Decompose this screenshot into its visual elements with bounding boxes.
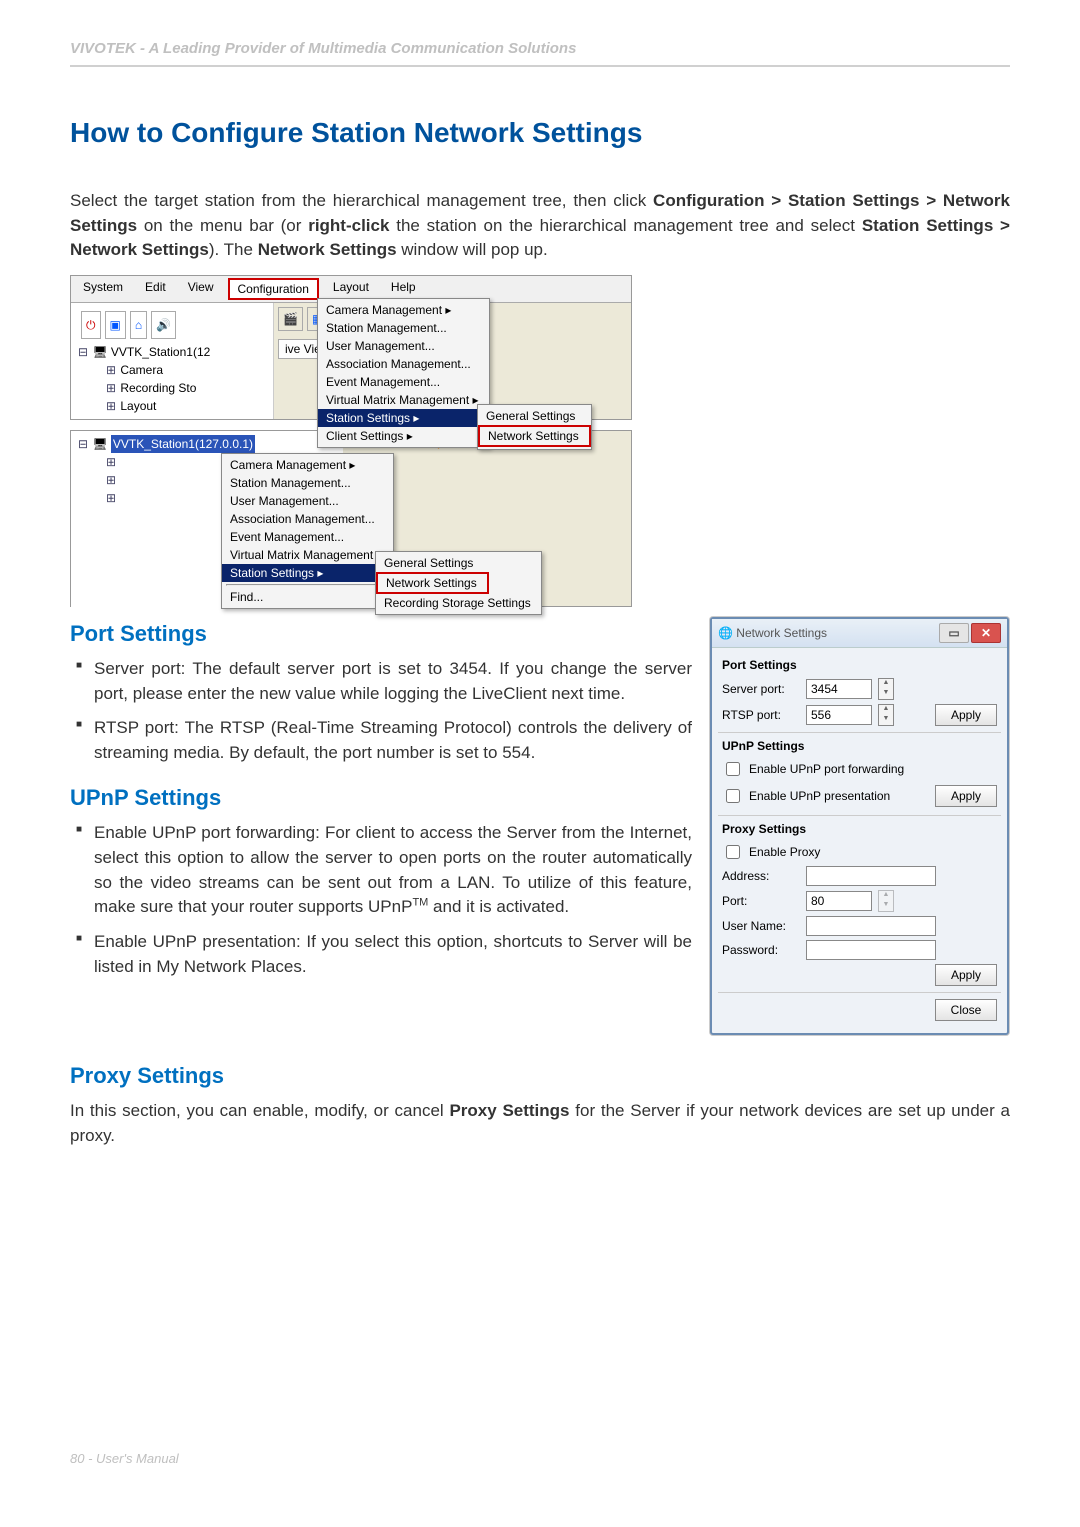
contextmenu-screenshot: ⊟ 🖥 VVTK_Station1(127.0.0.1) ⊞ ⊞ ⊞ 🔶 Liv… [70, 430, 632, 607]
server-port-spinner[interactable]: ▲▼ [878, 678, 894, 700]
intro-window-name: Network Settings [258, 240, 397, 259]
ctx-find[interactable]: Find... [222, 588, 393, 606]
upnp-forwarding-label: Enable UPnP port forwarding [749, 762, 904, 776]
address-label: Address: [722, 869, 800, 883]
address-input[interactable] [806, 866, 936, 886]
ctx-network-settings[interactable]: Network Settings [376, 572, 489, 594]
close-dialog-button[interactable]: Close [935, 999, 997, 1021]
upnp-forwarding-checkbox[interactable] [726, 762, 740, 776]
apply-port-button[interactable]: Apply [935, 704, 997, 726]
menu-user-mgmt[interactable]: User Management... [318, 337, 489, 355]
menu-edit[interactable]: Edit [137, 278, 174, 300]
apply-proxy-button[interactable]: Apply [935, 964, 997, 986]
ctx-event-mgmt[interactable]: Event Management... [222, 528, 393, 546]
intro-text: window will pop up. [397, 240, 548, 259]
upnp-presentation-label: Enable UPnP presentation [749, 789, 890, 803]
upnp-bullet-presentation: Enable UPnP presentation: If you select … [70, 930, 692, 979]
menu-virtual-matrix[interactable]: Virtual Matrix Management ▸ [318, 391, 489, 409]
password-label: Password: [722, 943, 800, 957]
tree-station[interactable]: VVTK_Station1(12 [111, 345, 210, 359]
home-icon[interactable]: ⌂ [130, 311, 147, 339]
server-port-label: Server port: [722, 682, 800, 696]
menu-station-mgmt[interactable]: Station Management... [318, 319, 489, 337]
minimize-button[interactable]: ▭ [939, 623, 969, 643]
header-subtitle: VIVOTEK - A Leading Provider of Multimed… [70, 40, 1010, 67]
management-tree[interactable]: ⏻ ▣ ⌂ 🔊 ⊟ 🖥 VVTK_Station1(12 ⊞ Camera ⊞ … [71, 303, 274, 419]
upnp-text-tail: and it is activated. [428, 897, 569, 916]
submenu-network-settings[interactable]: Network Settings [478, 425, 591, 447]
upnp-settings-heading: UPnP Settings [70, 785, 692, 811]
ctx-station-mgmt[interactable]: Station Management... [222, 474, 393, 492]
ctx-virtual-matrix[interactable]: Virtual Matrix Management ▸ [222, 546, 393, 564]
screen-icon[interactable]: ▣ [105, 311, 126, 339]
proxy-paragraph: In this section, you can enable, modify,… [70, 1099, 1010, 1148]
ctx-assoc-mgmt[interactable]: Association Management... [222, 510, 393, 528]
ctx-recording-storage[interactable]: Recording Storage Settings [376, 594, 541, 612]
tree-layout[interactable]: Layout [120, 399, 156, 413]
server-port-input[interactable] [806, 679, 872, 699]
upnp-presentation-checkbox[interactable] [726, 789, 740, 803]
rtsp-port-spinner[interactable]: ▲▼ [878, 704, 894, 726]
proxy-settings-heading: Proxy Settings [70, 1063, 1010, 1089]
port-bullet-rtsp: RTSP port: The RTSP (Real-Time Streaming… [70, 716, 692, 765]
upnp-bullet-forwarding: Enable UPnP port forwarding: For client … [70, 821, 692, 920]
power-icon[interactable]: ⏻ [81, 311, 101, 339]
password-input[interactable] [806, 940, 936, 960]
menu-assoc-mgmt[interactable]: Association Management... [318, 355, 489, 373]
menu-view[interactable]: View [180, 278, 222, 300]
menubar-screenshot: System Edit View Configuration Layout He… [70, 275, 632, 420]
menu-system[interactable]: System [75, 278, 131, 300]
ctx-user-mgmt[interactable]: User Management... [222, 492, 393, 510]
globe-icon: 🌐 [718, 626, 733, 640]
footer-page-number: 80 - User's Manual [70, 1451, 179, 1466]
enable-proxy-checkbox[interactable] [726, 845, 740, 859]
enable-proxy-label: Enable Proxy [749, 845, 820, 859]
page-title: How to Configure Station Network Setting… [70, 117, 1010, 149]
menu-layout[interactable]: Layout [325, 278, 377, 300]
upnp-text: Enable UPnP port forwarding: For client … [94, 823, 692, 916]
ctx-station-settings[interactable]: Station Settings ▸ [222, 564, 393, 582]
menu-client-settings[interactable]: Client Settings ▸ [318, 427, 489, 445]
username-input[interactable] [806, 916, 936, 936]
proxy-port-label: Port: [722, 894, 800, 908]
proxy-port-input[interactable] [806, 891, 872, 911]
speaker-icon[interactable]: 🔊 [151, 311, 176, 339]
intro-rightclick: right-click [308, 216, 389, 235]
close-button[interactable]: ✕ [971, 623, 1001, 643]
tree-recording[interactable]: Recording Sto [120, 381, 196, 395]
intro-text: on the menu bar (or [137, 216, 308, 235]
proxy-settings-group: Proxy Settings [722, 822, 997, 836]
submenu-general-settings[interactable]: General Settings [478, 407, 591, 425]
upnp-settings-group: UPnP Settings [722, 739, 997, 753]
proxy-port-spinner[interactable]: ▲▼ [878, 890, 894, 912]
rtsp-port-label: RTSP port: [722, 708, 800, 722]
proxy-text: In this section, you can enable, modify,… [70, 1101, 449, 1120]
menu-event-mgmt[interactable]: Event Management... [318, 373, 489, 391]
intro-text: the station on the hierarchical manageme… [389, 216, 861, 235]
record-icon[interactable]: 🎬 [278, 307, 303, 331]
menu-station-settings[interactable]: Station Settings ▸ [318, 409, 489, 427]
intro-text: Select the target station from the hiera… [70, 191, 653, 210]
intro-paragraph: Select the target station from the hiera… [70, 189, 1010, 263]
proxy-settings-term: Proxy Settings [449, 1101, 569, 1120]
dialog-title: Network Settings [736, 626, 937, 640]
tm-superscript: TM [412, 897, 428, 909]
intro-text: ). The [209, 240, 258, 259]
menu-help[interactable]: Help [383, 278, 424, 300]
tree-station-selected[interactable]: VVTK_Station1(127.0.0.1) [111, 435, 255, 453]
ctx-general-settings[interactable]: General Settings [376, 554, 541, 572]
port-settings-group: Port Settings [722, 658, 997, 672]
apply-upnp-button[interactable]: Apply [935, 785, 997, 807]
menu-camera-mgmt[interactable]: Camera Management ▸ [318, 301, 489, 319]
rtsp-port-input[interactable] [806, 705, 872, 725]
username-label: User Name: [722, 919, 800, 933]
tree-camera[interactable]: Camera [120, 363, 163, 377]
network-settings-dialog: 🌐 Network Settings ▭ ✕ Port Settings Ser… [710, 617, 1009, 1035]
ctx-camera-mgmt[interactable]: Camera Management ▸ [222, 456, 393, 474]
menu-configuration[interactable]: Configuration [228, 278, 319, 300]
port-bullet-server: Server port: The default server port is … [70, 657, 692, 706]
port-settings-heading: Port Settings [70, 621, 692, 647]
